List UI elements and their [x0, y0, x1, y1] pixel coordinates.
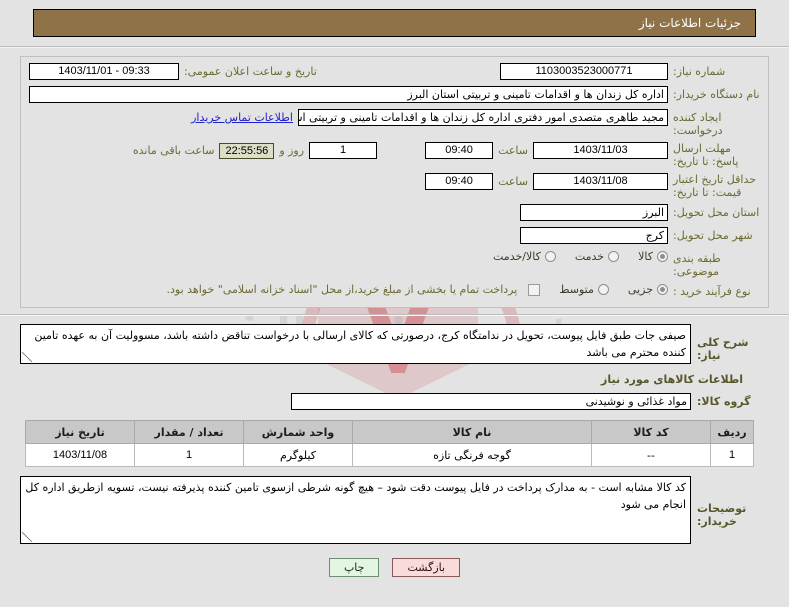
creator-value: مجید طاهری متصدی امور دفتری اداره کل زند… [298, 109, 668, 126]
divider-mid [0, 314, 789, 316]
treasury-bond-checkbox[interactable] [528, 283, 541, 296]
radio-option-khedmat[interactable]: خدمت [574, 250, 620, 263]
table-row: 1 -- گوجه فرنگی تازه کیلوگرم 1 1403/11/0… [25, 443, 754, 467]
description-textarea[interactable]: صیفی جات طبق فایل پیوست، تحویل در ندامتگ… [20, 324, 691, 364]
divider-top [0, 46, 789, 48]
cell-name: گوجه فرنگی تازه [352, 443, 592, 467]
col-radif: ردیف [710, 420, 754, 444]
print-button[interactable]: چاپ [328, 558, 380, 577]
buyer-notes-textarea[interactable]: کد کالا مشابه است - به مدارک پرداخت در ف… [20, 476, 691, 544]
label-remaining-hours: ساعت باقی مانده [132, 144, 215, 157]
cell-qty: 1 [134, 443, 244, 467]
reply-deadline-date: 1403/11/03 [533, 142, 668, 159]
label-description: شرح کلی نیاز: [697, 336, 749, 362]
radio-option-jozei[interactable]: جزیی [628, 283, 668, 296]
price-validity-date: 1403/11/08 [533, 173, 668, 190]
need-info-panel: شماره نیاز: 1103003523000771 تاریخ و ساع… [20, 56, 769, 308]
radio-khedmat-label: خدمت [574, 250, 605, 263]
radio-khedmat-icon [608, 251, 620, 262]
cell-need-date: 1403/11/08 [25, 443, 135, 467]
radio-option-kala[interactable]: کالا [638, 250, 668, 263]
remaining-days-value: 1 [309, 142, 378, 159]
label-classification: طبقه بندی موضوعی: [673, 252, 721, 278]
radio-jozei-label: جزیی [627, 283, 653, 296]
label-city: شهر محل تحویل: [673, 229, 753, 242]
radio-motevaset-label: متوسط [559, 283, 594, 296]
reply-deadline-time: 09:40 [425, 142, 494, 159]
goods-section-title: اطلاعات کالاهای مورد نیاز [601, 373, 743, 386]
col-unit: واحد شمارش [243, 420, 353, 444]
label-need-number: شماره نیاز: [673, 65, 726, 78]
label-price-validity-time: ساعت [498, 175, 528, 188]
label-remaining-days: روز و [279, 144, 305, 157]
label-goods-group: گروه کالا: [697, 395, 751, 408]
row-classification: طبقه بندی موضوعی: کالا خدمت کالا/خدمت [29, 250, 760, 278]
radio-kala-khedmat-label: کالا/خدمت [493, 250, 541, 263]
footer-button-row: بازگشت چاپ [0, 558, 789, 577]
row-reply-deadline: مهلت ارسال پاسخ: تا تاریخ: 1403/11/03 سا… [29, 142, 760, 168]
row-price-validity: حداقل تاریخ اعتبار قیمت: تا تاریخ: 1403/… [29, 173, 760, 199]
label-public-announce: تاریخ و ساعت اعلان عمومی: [184, 65, 317, 78]
row-province: استان محل تحویل: البرز [29, 204, 760, 222]
buyer-notes-block: توضیحات خریدار: کد کالا مشابه است - به م… [20, 476, 769, 544]
row-purchase-type: نوع فرآیند خرید : جزیی متوسط پرداخت تمام… [29, 283, 760, 301]
need-number-value: 1103003523000771 [500, 63, 668, 80]
radio-kala-khedmat-icon [544, 251, 556, 262]
goods-group-value: مواد غذائی و نوشیدنی [291, 393, 691, 410]
label-reply-deadline: مهلت ارسال پاسخ: تا تاریخ: [673, 142, 739, 168]
resize-grip-icon[interactable] [22, 352, 32, 362]
description-block: شرح کلی نیاز: صیفی جات طبق فایل پیوست، ت… [20, 324, 769, 410]
city-value: کرج [520, 227, 668, 244]
radio-option-motevaset[interactable]: متوسط [559, 283, 609, 296]
row-goods-group: گروه کالا: مواد غذائی و نوشیدنی [20, 393, 769, 410]
cell-code: -- [591, 443, 711, 467]
label-purchase-type: نوع فرآیند خرید : [673, 285, 751, 298]
price-validity-time: 09:40 [425, 173, 494, 190]
col-need-date: تاریخ نیاز [25, 420, 135, 444]
radio-kala-label: کالا [638, 250, 653, 263]
radio-jozei-icon [657, 284, 668, 295]
radio-option-kala-khedmat[interactable]: کالا/خدمت [493, 250, 556, 263]
buyer-org-value: اداره کل زندان ها و اقدامات تامینی و ترب… [29, 86, 668, 103]
goods-table-wrapper: ردیف کد کالا نام کالا واحد شمارش تعداد /… [25, 420, 754, 467]
col-name: نام کالا [352, 420, 592, 444]
cell-radif: 1 [710, 443, 754, 467]
row-need-number: شماره نیاز: 1103003523000771 تاریخ و ساع… [29, 63, 760, 81]
radio-motevaset-icon [597, 284, 609, 295]
cell-unit: کیلوگرم [243, 443, 353, 467]
row-buyer-org: نام دستگاه خریدار: اداره کل زندان ها و ا… [29, 86, 760, 104]
col-qty: تعداد / مقدار [134, 420, 244, 444]
page-title-bar: جزئیات اطلاعات نیاز [33, 9, 756, 37]
remaining-countdown: 22:55:56 [219, 142, 275, 159]
row-city: شهر محل تحویل: کرج [29, 227, 760, 245]
page-title: جزئیات اطلاعات نیاز [638, 16, 741, 30]
label-price-validity: حداقل تاریخ اعتبار قیمت: تا تاریخ: [673, 173, 757, 199]
col-code: کد کالا [591, 420, 711, 444]
back-button[interactable]: بازگشت [392, 558, 461, 577]
public-announce-value: 1403/11/01 - 09:33 [29, 63, 179, 80]
goods-table-header-row: ردیف کد کالا نام کالا واحد شمارش تعداد /… [25, 420, 754, 444]
row-creator: ایجاد کننده درخواست: مجید طاهری متصدی ام… [29, 109, 760, 137]
goods-table: ردیف کد کالا نام کالا واحد شمارش تعداد /… [25, 420, 754, 467]
label-creator: ایجاد کننده درخواست: [673, 111, 723, 137]
page-root: جزئیات اطلاعات نیاز شماره نیاز: 11030035… [0, 9, 789, 577]
label-province: استان محل تحویل: [673, 206, 760, 219]
label-buyer-notes: توضیحات خریدار: [697, 502, 747, 528]
label-reply-time: ساعت [498, 144, 528, 157]
radio-kala-icon [657, 251, 668, 262]
buyer-contact-link[interactable]: اطلاعات تماس خریدار [191, 111, 293, 124]
label-buyer-org: نام دستگاه خریدار: [673, 88, 760, 101]
resize-grip-icon[interactable] [22, 532, 32, 542]
treasury-bond-label: پرداخت تمام یا بخشی از مبلغ خرید،از محل … [166, 283, 518, 296]
province-value: البرز [520, 204, 668, 221]
